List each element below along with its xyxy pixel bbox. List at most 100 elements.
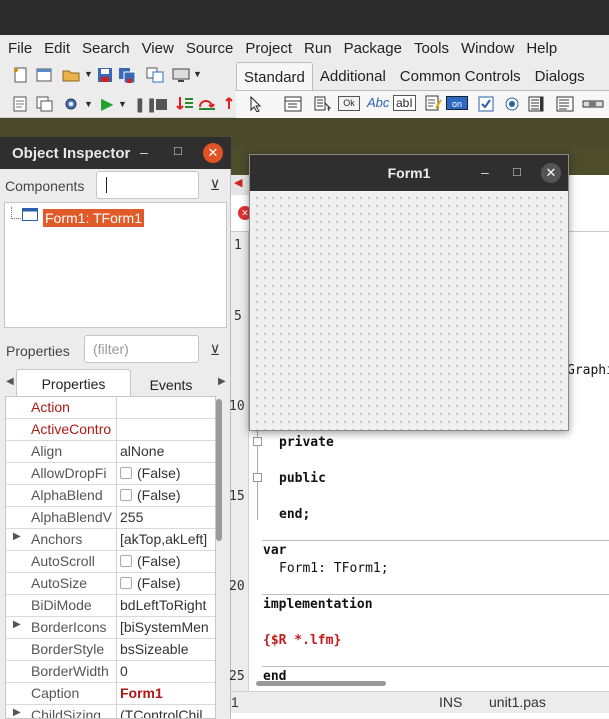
open-icon[interactable] (62, 67, 80, 83)
property-grid-scrollbar[interactable] (216, 399, 222, 541)
property-row[interactable]: ▶ BorderIcons [biSystemMen (6, 617, 215, 639)
property-value[interactable]: [akTop,akLeft] (120, 531, 215, 547)
property-value[interactable]: (False) (120, 465, 215, 481)
property-value[interactable]: [biSystemMen (120, 619, 215, 635)
view-dropdown-icon[interactable]: ▼ (193, 69, 202, 79)
property-value[interactable]: alNone (120, 443, 215, 459)
clear-filter-icon[interactable]: ⊻ (203, 172, 227, 198)
property-value[interactable]: 0 (120, 663, 215, 679)
palette-tab-standard[interactable]: Standard (236, 62, 313, 90)
expand-arrow-icon[interactable]: ▶ (13, 531, 21, 542)
property-row[interactable]: AlphaBlendV 255 (6, 507, 215, 529)
maximize-icon[interactable]: □ (174, 143, 182, 158)
tabs-scroll-right-icon[interactable]: ▶ (218, 376, 226, 387)
property-row[interactable]: BorderWidth 0 (6, 661, 215, 683)
options-dropdown-icon[interactable]: ▼ (84, 99, 93, 109)
run-dropdown-icon[interactable]: ▼ (118, 99, 127, 109)
form1-minimize-icon[interactable]: – (481, 164, 489, 180)
menu-view[interactable]: View (136, 40, 180, 57)
menu-source[interactable]: Source (180, 40, 240, 57)
property-row[interactable]: AlphaBlend (False) (6, 485, 215, 507)
property-value[interactable]: bsSizeable (120, 641, 215, 657)
menu-help[interactable]: Help (520, 40, 563, 57)
property-row[interactable]: BorderStyle bsSizeable (6, 639, 215, 661)
open-dropdown-icon[interactable]: ▼ (84, 69, 93, 79)
menu-project[interactable]: Project (239, 40, 298, 57)
editor-horizontal-scrollbar[interactable] (256, 681, 386, 686)
palette-tab-common-controls[interactable]: Common Controls (393, 62, 528, 90)
tab-scroll-icon[interactable]: ◀ (234, 176, 242, 189)
view-forms-icon[interactable] (172, 67, 190, 83)
menu-run[interactable]: Run (298, 40, 338, 57)
checkbox[interactable] (120, 577, 132, 589)
view-units-icon[interactable] (12, 96, 30, 112)
memo-component-icon[interactable] (424, 95, 442, 111)
main-menu-component-icon[interactable] (284, 96, 302, 112)
property-row[interactable]: ▶ ChildSizing (TControlChil (6, 705, 215, 718)
minimize-icon[interactable]: – (140, 144, 148, 160)
close-icon[interactable]: ✕ (203, 143, 223, 163)
tree-node-form1[interactable]: Form1: TForm1 (43, 209, 144, 227)
form1-close-icon[interactable]: ✕ (541, 163, 561, 183)
property-value[interactable]: (False) (120, 575, 215, 591)
checkbox[interactable] (120, 489, 132, 501)
button-component-icon[interactable]: Ok (338, 96, 360, 111)
property-row[interactable]: Align alNone (6, 441, 215, 463)
property-value[interactable]: bdLeftToRight (120, 597, 215, 613)
property-row[interactable]: ▶ Anchors [akTop,akLeft] (6, 529, 215, 551)
save-all-icon[interactable] (118, 67, 136, 83)
new-unit-icon[interactable] (12, 67, 30, 83)
property-row[interactable]: Caption Form1 (6, 683, 215, 705)
clear-properties-filter-icon[interactable]: ⊻ (203, 337, 227, 363)
menu-search[interactable]: Search (76, 40, 136, 57)
expand-arrow-icon[interactable]: ▶ (13, 619, 21, 630)
property-row[interactable]: AutoSize (False) (6, 573, 215, 595)
edit-component-icon[interactable]: abI (393, 95, 416, 111)
fold-toggle-icon[interactable] (253, 473, 262, 482)
view-forms2-icon[interactable] (36, 96, 54, 112)
checkbox[interactable] (120, 555, 132, 567)
checkbox-component-icon[interactable] (477, 96, 495, 112)
stop-icon[interactable] (156, 99, 167, 110)
togglebox-component-icon[interactable]: on (446, 96, 468, 110)
palette-tab-additional[interactable]: Additional (313, 62, 393, 90)
property-row[interactable]: AllowDropFi (False) (6, 463, 215, 485)
save-icon[interactable] (96, 67, 114, 83)
tab-properties[interactable]: Properties (16, 369, 131, 397)
expand-arrow-icon[interactable]: ▶ (13, 707, 21, 718)
menu-package[interactable]: Package (338, 40, 408, 57)
tab-events[interactable]: Events (136, 377, 206, 393)
pointer-icon[interactable] (248, 96, 266, 112)
new-form-icon[interactable] (35, 67, 53, 83)
listbox-component-icon[interactable] (528, 96, 546, 112)
step-into-icon[interactable] (176, 95, 194, 111)
menu-tools[interactable]: Tools (408, 40, 455, 57)
menu-window[interactable]: Window (455, 40, 520, 57)
popup-menu-component-icon[interactable] (314, 96, 332, 112)
scrollbar-component-icon[interactable] (582, 96, 604, 112)
property-value[interactable]: (False) (120, 487, 215, 503)
run-icon[interactable]: ▶ (101, 94, 113, 114)
property-row[interactable]: Action (6, 397, 215, 419)
form1-design-grid[interactable] (250, 191, 568, 430)
property-value[interactable]: (TControlChil (120, 707, 215, 718)
menu-edit[interactable]: Edit (38, 40, 76, 57)
property-value[interactable]: (False) (120, 553, 215, 569)
property-row[interactable]: BiDiMode bdLeftToRight (6, 595, 215, 617)
properties-filter-input[interactable]: (filter) (84, 335, 199, 363)
radiobutton-component-icon[interactable] (503, 96, 521, 112)
combobox-component-icon[interactable] (556, 96, 574, 112)
step-over-icon[interactable] (198, 95, 216, 111)
label-component-icon[interactable]: Abc (367, 95, 389, 110)
property-value[interactable]: 255 (120, 509, 215, 525)
components-filter-input[interactable] (96, 171, 199, 199)
project-options-icon[interactable] (62, 96, 80, 112)
property-row[interactable]: ActiveContro (6, 419, 215, 441)
property-value[interactable]: Form1 (120, 685, 215, 701)
property-row[interactable]: AutoScroll (False) (6, 551, 215, 573)
toggle-form-unit-icon[interactable] (146, 67, 164, 83)
pause-icon[interactable]: ❚❚ (134, 96, 157, 113)
fold-toggle-icon[interactable] (253, 437, 262, 446)
checkbox[interactable] (120, 467, 132, 479)
form1-maximize-icon[interactable]: □ (513, 164, 521, 179)
